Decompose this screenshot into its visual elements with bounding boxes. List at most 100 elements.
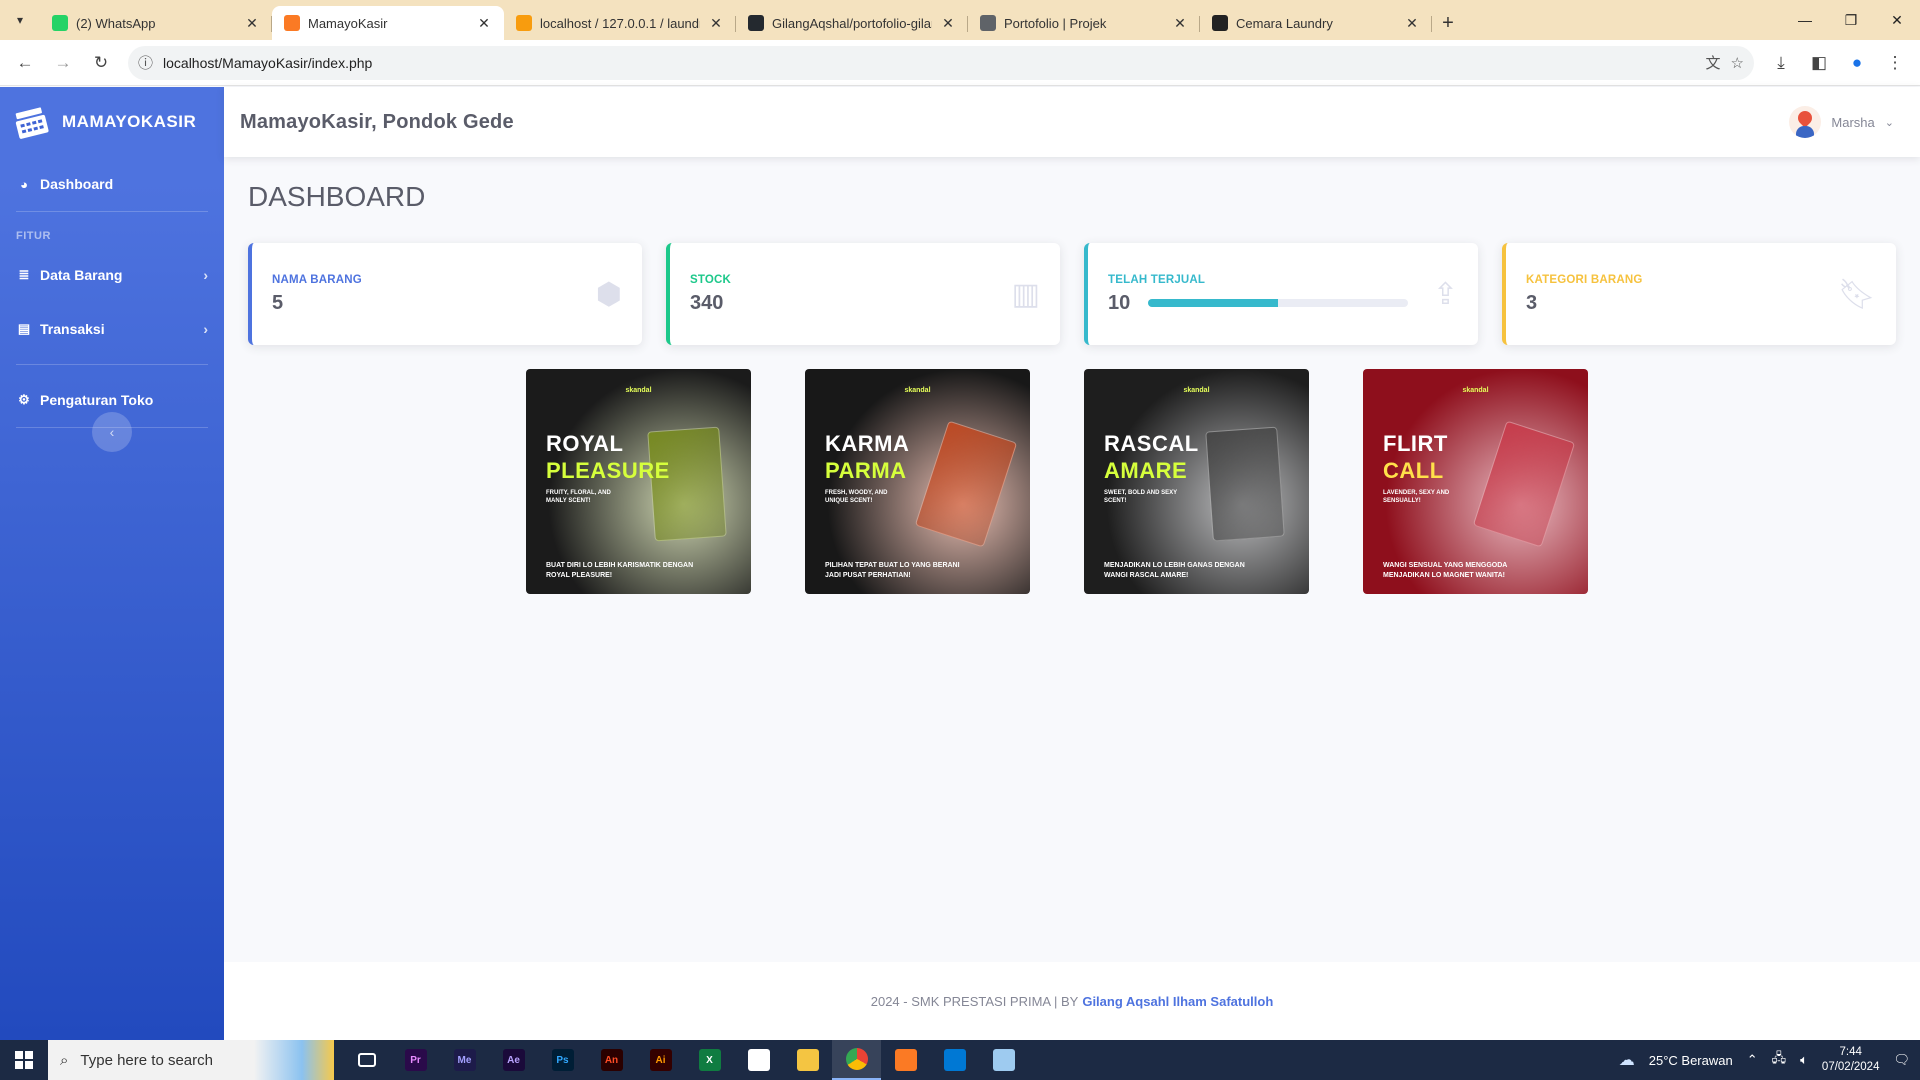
side-panel-icon[interactable]: ◧ xyxy=(1802,46,1836,80)
perfume-bottle xyxy=(1205,426,1285,542)
tab-title: Cemara Laundry xyxy=(1236,15,1333,31)
tab-search-icon[interactable]: ▾ xyxy=(0,0,40,40)
task-view-icon[interactable] xyxy=(342,1040,391,1080)
network-icon[interactable]: 🖧︎ xyxy=(1772,1049,1787,1071)
notification-icon[interactable]: 🗨︎ xyxy=(1893,1052,1910,1068)
sidebar: MAMAYOKASIR ◕ Dashboard FITUR ≣ Data Bar… xyxy=(0,87,224,1040)
app-glyph: Ae xyxy=(502,1049,525,1071)
chrome-icon[interactable] xyxy=(832,1040,881,1080)
bookmark-star-icon[interactable]: ☆ xyxy=(1731,54,1744,72)
sidebar-item-label: Dashboard xyxy=(40,176,114,192)
mediaencoder-icon[interactable]: Me xyxy=(440,1040,489,1080)
stat-cards: NAMA BARANG 5 ⬢ STOCK 340 ▥ TELAH TERJUA… xyxy=(248,243,1896,345)
tab-portofolio-projek[interactable]: Portofolio | Projek ✕ xyxy=(968,6,1200,40)
phpmyadmin-icon xyxy=(516,15,532,31)
site-info-icon[interactable]: ⓘ xyxy=(138,52,153,73)
minimize-icon[interactable]: — xyxy=(1782,0,1828,40)
omnibox[interactable]: ⓘ localhost/MamayoKasir/index.php ⽂ ☆ xyxy=(128,45,1754,80)
url-text[interactable]: localhost/MamayoKasir/index.php xyxy=(163,55,1696,71)
xampp-icon[interactable] xyxy=(881,1040,930,1080)
explorer-icon[interactable] xyxy=(783,1040,832,1080)
app-glyph xyxy=(357,1053,376,1067)
restore-icon[interactable]: ❐ xyxy=(1828,0,1874,40)
browser-window: ▾ (2) WhatsApp ✕ MamayoKasir ✕ localhost / 1… xyxy=(0,0,1920,1080)
close-window-icon[interactable]: ✕ xyxy=(1874,0,1920,40)
premiere-icon[interactable]: Pr xyxy=(391,1040,440,1080)
sidebar-toggle-button[interactable]: ‹ xyxy=(92,412,132,452)
illustrator-icon[interactable]: Ai xyxy=(636,1040,685,1080)
tab-title: MamayoKasir xyxy=(308,15,388,31)
reload-icon[interactable]: ↻ xyxy=(84,46,118,80)
footer-author-link[interactable]: Gilang Aqsahl Ilham Safatulloh xyxy=(1082,994,1273,1009)
notes-icon[interactable] xyxy=(979,1040,1028,1080)
photoshop-icon[interactable]: Ps xyxy=(538,1040,587,1080)
windows-start-icon[interactable] xyxy=(0,1040,48,1080)
new-tab-button[interactable]: + xyxy=(1432,6,1464,40)
page-title: DASHBOARD xyxy=(248,181,426,212)
weather-icon[interactable]: ☁ xyxy=(1619,1050,1635,1070)
store-name: MamayoKasir, Pondok Gede xyxy=(240,110,514,133)
sidebar-item-transaksi[interactable]: ▤ Transaksi › xyxy=(0,302,224,356)
chevron-right-icon: › xyxy=(203,321,208,337)
card-telah-terjual: TELAH TERJUAL 10 ⇪ xyxy=(1084,243,1478,345)
card-nama-barang: NAMA BARANG 5 ⬢ xyxy=(248,243,642,345)
poster-subtitle: FRUITY, FLORAL, AND MANLY SCENT! xyxy=(546,490,611,505)
search-icon: ⌕ xyxy=(60,1051,69,1069)
tab-gilangaqshal-portofolio-gilang[interactable]: GilangAqshal/portofolio-gilang ✕ xyxy=(736,6,968,40)
tab-cemara-laundry[interactable]: Cemara Laundry ✕ xyxy=(1200,6,1432,40)
tab-close-icon[interactable]: ✕ xyxy=(940,15,956,32)
translate-icon[interactable]: ⽂ xyxy=(1706,52,1721,73)
forward-icon[interactable]: → xyxy=(46,46,80,80)
sidebar-item-data-barang[interactable]: ≣ Data Barang › xyxy=(0,248,224,302)
excel-icon[interactable]: X xyxy=(685,1040,734,1080)
tab-close-icon[interactable]: ✕ xyxy=(1404,15,1420,32)
tab-close-icon[interactable]: ✕ xyxy=(244,15,260,32)
chevron-right-icon: › xyxy=(203,267,208,283)
app-glyph: Me xyxy=(453,1049,476,1071)
cash-register-icon xyxy=(12,104,50,140)
weather-text[interactable]: 25°C Berawan xyxy=(1649,1053,1733,1068)
chevron-up-icon[interactable]: ⌃ xyxy=(1747,1052,1758,1068)
content-wrapper: MamayoKasir, Pondok Gede Marsha ⌄ DASHBO… xyxy=(224,87,1920,1040)
sidebar-brand[interactable]: MAMAYOKASIR xyxy=(0,87,224,157)
back-icon[interactable]: ← xyxy=(8,46,42,80)
notepad-icon[interactable] xyxy=(734,1040,783,1080)
poster-title-1: KARMA xyxy=(825,431,910,456)
chart-icon: ▥ xyxy=(1011,277,1040,311)
cubes-icon: ⬢ xyxy=(595,277,622,311)
tab-2-whatsapp[interactable]: (2) WhatsApp ✕ xyxy=(40,6,272,40)
card-stock: STOCK 340 ▥ xyxy=(666,243,1060,345)
menu-icon[interactable]: ⋮ xyxy=(1878,46,1912,80)
animate-icon[interactable]: An xyxy=(587,1040,636,1080)
poster-title-2: PLEASURE xyxy=(546,458,670,483)
chevron-left-icon: ‹ xyxy=(109,424,115,440)
app-glyph: An xyxy=(600,1049,623,1071)
bookmark-icon: 🔖︎ xyxy=(1837,277,1876,311)
tab-list: (2) WhatsApp ✕ MamayoKasir ✕ localhost / 127… xyxy=(40,6,1432,40)
tab-localhost-127-0-0-1-laundry[interactable]: localhost / 127.0.0.1 / laundry | ✕ xyxy=(504,6,736,40)
tab-close-icon[interactable]: ✕ xyxy=(708,15,724,32)
app-page: MAMAYOKASIR ◕ Dashboard FITUR ≣ Data Bar… xyxy=(0,87,1920,1040)
aftereffects-icon[interactable]: Ae xyxy=(489,1040,538,1080)
clock-date: 07/02/2024 xyxy=(1821,1061,1880,1073)
vscode-icon[interactable] xyxy=(930,1040,979,1080)
volume-icon[interactable]: 🔈︎ xyxy=(1800,1052,1808,1068)
tab-title: (2) WhatsApp xyxy=(76,15,156,31)
sidebar-item-label: Transaksi xyxy=(40,321,105,337)
clock[interactable]: 7:44 07/02/2024 xyxy=(1822,1045,1880,1075)
avatar xyxy=(1789,106,1822,138)
app-glyph: Ps xyxy=(551,1049,574,1071)
app-glyph: X xyxy=(698,1049,721,1071)
tab-mamayokasir[interactable]: MamayoKasir ✕ xyxy=(272,6,504,40)
taskbar-search[interactable]: ⌕ Type here to search xyxy=(48,1040,334,1080)
tab-close-icon[interactable]: ✕ xyxy=(1172,15,1188,32)
perfume-bottle xyxy=(1472,420,1576,548)
card-value: 10 xyxy=(1108,291,1131,314)
tab-close-icon[interactable]: ✕ xyxy=(476,15,492,32)
app-glyph: Ai xyxy=(649,1049,672,1071)
download-icon[interactable]: ⤓ xyxy=(1764,46,1798,80)
poster-title-2: AMARE xyxy=(1104,458,1188,483)
user-dropdown[interactable]: Marsha ⌄ xyxy=(1789,106,1904,138)
profile-icon[interactable]: ● xyxy=(1840,46,1874,80)
sidebar-item-dashboard[interactable]: ◕ Dashboard xyxy=(0,157,224,211)
